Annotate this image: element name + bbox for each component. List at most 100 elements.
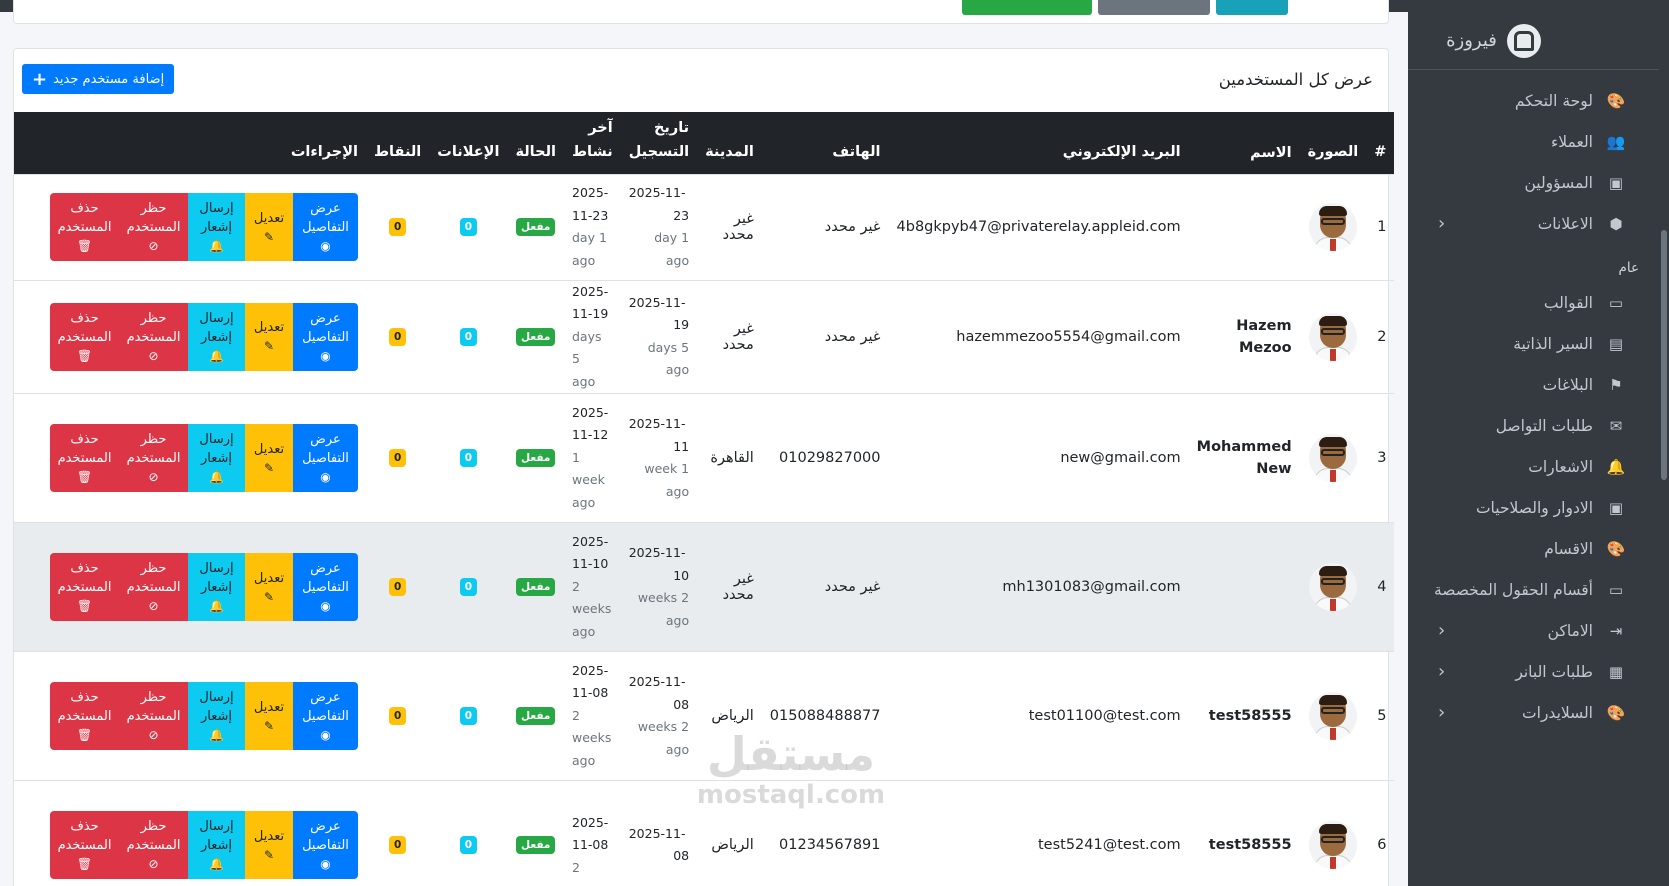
cell-email: hazemmezoo5554@gmail.com [888, 279, 1189, 394]
notify-l2: إشعار [201, 580, 233, 595]
edit-button[interactable]: تعديل ✎ [245, 682, 293, 750]
sidebar-item-notifications[interactable]: 🔔 الاشعارات [1408, 446, 1659, 487]
sidebar-item-label: السلايدرات [1522, 703, 1593, 722]
sidebar-item-reports[interactable]: ⚑ البلاغات [1408, 364, 1659, 405]
edit-button[interactable]: تعديل ✎ [245, 811, 293, 880]
edit-button[interactable]: تعديل ✎ [245, 553, 293, 621]
cell-registered: 2025-11- 23 day 1 ago [620, 173, 698, 280]
sidebar-item-label: الاماكن [1547, 621, 1593, 640]
ban-l1: حظر [140, 310, 167, 326]
sidebar-item-clients[interactable]: 👥 العملاء [1408, 121, 1659, 162]
users-table: # الصورة الاسم البريد الإلكتروني الهاتف … [14, 112, 1395, 886]
sidebar-item-places[interactable]: ⇥ الاماكن ‹ [1408, 610, 1659, 651]
trash-icon: 🗑 [76, 470, 93, 484]
sidebar-item-cvs[interactable]: ▤ السير الذاتية [1408, 323, 1659, 364]
notify-l2: إشعار [201, 709, 233, 724]
prev-button-blue[interactable] [1216, 0, 1288, 15]
edit-label: تعديل [253, 320, 285, 336]
delete-user-button[interactable]: حذف المستخدم 🗑 [50, 302, 119, 371]
view-details-button[interactable]: عرض التفاصيل ◉ [293, 424, 358, 492]
avatar[interactable] [1308, 821, 1357, 870]
send-notification-button[interactable]: إرسال إشعار 🔔 [188, 193, 245, 261]
del-l2: المستخدم [57, 329, 112, 345]
ban-user-button[interactable]: حظر المستخدم ⊘ [119, 553, 188, 621]
registered-b: 23 [673, 207, 690, 223]
cell-status: مفعل [507, 393, 564, 523]
brand[interactable]: فيروزة [1408, 12, 1659, 70]
sidebar-item-categories[interactable]: 🎨 الاقسام [1408, 528, 1659, 569]
avatar[interactable] [1308, 563, 1357, 611]
cell-actions: عرض التفاصيل ◉ تعديل ✎ إرسال إشعار 🔔 حظر المست… [14, 173, 366, 280]
view-details-button[interactable]: عرض التفاصيل ◉ [293, 553, 358, 621]
avatar[interactable] [1308, 692, 1357, 740]
delete-user-button[interactable]: حذف المستخدم 🗑 [50, 811, 119, 880]
user-name-l1: Mohammed [1196, 439, 1292, 455]
ban-user-button[interactable]: حظر المستخدم ⊘ [119, 424, 188, 492]
col-name: الاسم [1250, 144, 1292, 161]
delete-user-button[interactable]: حذف المستخدم 🗑 [50, 553, 119, 621]
avatar[interactable] [1308, 312, 1357, 361]
edit-button[interactable]: تعديل ✎ [245, 424, 293, 492]
delete-user-button[interactable]: حذف المستخدم 🗑 [50, 682, 119, 750]
send-notification-button[interactable]: إرسال إشعار 🔔 [188, 811, 245, 880]
send-notification-button[interactable]: إرسال إشعار 🔔 [188, 553, 245, 621]
view-details-button[interactable]: عرض التفاصيل ◉ [293, 193, 358, 261]
cell-city: غير محدد [697, 173, 762, 280]
registered-a: 2025-11- [628, 825, 686, 841]
avatar[interactable] [1308, 434, 1357, 482]
edit-button[interactable]: تعديل ✎ [245, 302, 293, 371]
sidebar-item-ads[interactable]: ⬢ الاعلانات ‹ [1408, 203, 1659, 244]
send-notification-button[interactable]: إرسال إشعار 🔔 [188, 302, 245, 371]
sidebar-item-dashboard[interactable]: 🎨 لوحة التحكم [1408, 80, 1659, 121]
ban-icon: ⊘ [148, 470, 159, 484]
view-details-button[interactable]: عرض التفاصيل ◉ [293, 811, 358, 880]
last-activity-c: days 5 [572, 328, 602, 367]
brand-name: فيروزة [1446, 30, 1497, 51]
send-notification-button[interactable]: إرسال إشعار 🔔 [188, 424, 245, 492]
view-l1: عرض [310, 310, 341, 326]
status-badge: مفعل [516, 449, 556, 467]
edit-button[interactable]: تعديل ✎ [245, 193, 293, 261]
last-activity-e: ago [572, 494, 596, 510]
delete-user-button[interactable]: حذف المستخدم 🗑 [50, 193, 119, 261]
sidebar-item-roles[interactable]: ▣ الادوار والصلاحيات [1408, 487, 1659, 528]
registered-c: week 1 [644, 461, 690, 476]
sidebar-item-contact-requests[interactable]: ✉ طلبات التواصل [1408, 405, 1659, 446]
page-scrollbar[interactable] [1659, 0, 1669, 886]
sidebar-item-sliders[interactable]: 🎨 السلايدرات ‹ [1408, 692, 1659, 733]
ban-user-button[interactable]: حظر المستخدم ⊘ [119, 193, 188, 261]
registered-a: 2025-11- [628, 545, 686, 560]
col-phone: الهاتف [832, 143, 881, 160]
sidebar-item-templates[interactable]: ▭ القوالب [1408, 282, 1659, 323]
sign-in-icon: ⇥ [1609, 621, 1623, 640]
sidebar-item-admins[interactable]: ▣ المسؤولين [1408, 162, 1659, 203]
view-details-button[interactable]: عرض التفاصيل ◉ [293, 682, 358, 750]
cell-last-activity: 2025- 11-12 1 week ago [564, 393, 621, 523]
avatar[interactable] [1308, 203, 1357, 251]
scrollbar-thumb[interactable] [1661, 230, 1667, 480]
cell-registered: 2025-11- 08 [620, 780, 698, 886]
registered-a: 2025-11- [628, 674, 686, 689]
ban-user-button[interactable]: حظر المستخدم ⊘ [119, 302, 188, 371]
delete-user-button[interactable]: حذف المستخدم 🗑 [50, 424, 119, 492]
send-notification-button[interactable]: إرسال إشعار 🔔 [188, 682, 245, 750]
sidebar-item-custom-fields[interactable]: ▭ أقسام الحقول المخصصة [1408, 569, 1659, 610]
ban-user-button[interactable]: حظر المستخدم ⊘ [119, 811, 188, 880]
cell-ads: 0 [429, 173, 508, 280]
cell-photo [1299, 393, 1367, 523]
bell-icon: 🔔 [209, 857, 224, 872]
last-activity-a: 2025- [572, 404, 609, 420]
add-user-button[interactable]: + إضافة مستخدم جديد [22, 64, 175, 94]
ban-user-button[interactable]: حظر المستخدم ⊘ [119, 682, 188, 750]
edit-icon: ✎ [263, 460, 275, 475]
del-l2: المستخدم [57, 580, 112, 595]
last-activity-c: 1 [572, 449, 580, 465]
notify-l1: إرسال [199, 310, 234, 326]
envelope-icon: ✉ [1609, 416, 1623, 435]
prev-button-gray[interactable] [1098, 0, 1210, 15]
prev-button-green[interactable] [962, 0, 1092, 15]
view-details-button[interactable]: عرض التفاصيل ◉ [293, 302, 358, 371]
cell-points: 0 [366, 393, 430, 523]
sidebar-item-banner-requests[interactable]: ▦ طلبات البانر ‹ [1408, 651, 1659, 692]
registered-a: 2025-11- [628, 185, 686, 200]
